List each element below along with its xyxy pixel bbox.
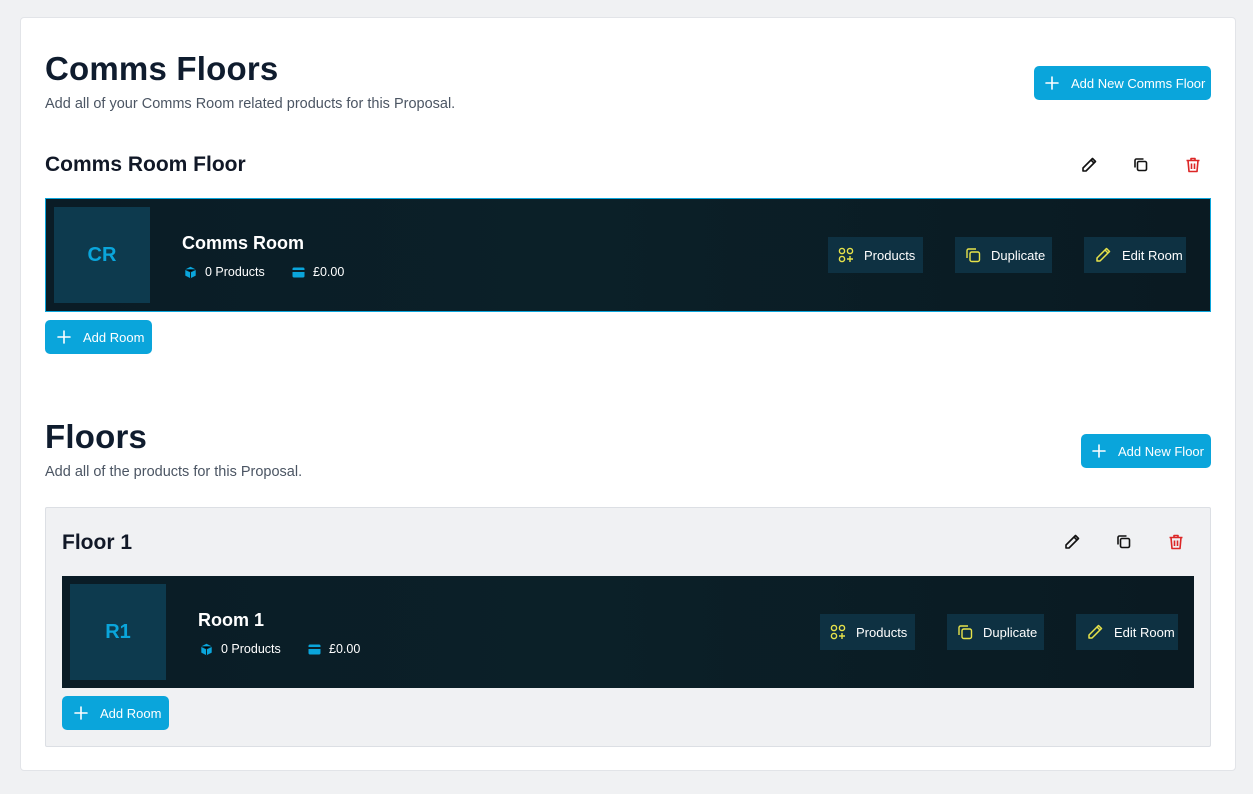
room-name: Room 1	[198, 610, 265, 630]
add-room-button[interactable]: Add Room	[45, 320, 152, 354]
edit-floor-button[interactable]	[1077, 153, 1101, 177]
floor-section: Floor 1 R1 Room 1 0 Products £0.00 Produ…	[45, 507, 1211, 747]
add-new-floor-button[interactable]: Add New Floor	[1081, 434, 1211, 468]
add-room-label: Add Room	[83, 329, 145, 345]
room-products-button-label: Products	[856, 624, 908, 640]
credit-card-icon	[292, 267, 305, 277]
floors-subtitle: Add all of the products for this Proposa…	[45, 464, 303, 480]
cube-icon	[201, 643, 212, 655]
pencil-icon	[1082, 157, 1097, 172]
pencil-icon	[1088, 624, 1103, 639]
room-duplicate-button-label: Duplicate	[991, 247, 1046, 263]
add-new-comms-floor-label: Add New Comms Floor	[1071, 75, 1206, 91]
copy-icon	[966, 248, 981, 263]
room-products-button-label: Products	[864, 247, 916, 263]
room-products-label: 0 Products	[205, 265, 265, 279]
cube-icon	[185, 266, 196, 278]
room-products-count: 0 Products	[200, 642, 281, 656]
room-duplicate-button-label: Duplicate	[983, 624, 1038, 640]
proposal-card: Comms Floors Add all of your Comms Room …	[20, 17, 1236, 771]
room-price: £0.00	[292, 265, 344, 279]
room-price-label: £0.00	[313, 265, 345, 279]
room-products-button[interactable]: Products	[820, 614, 915, 650]
plus-icon	[1045, 76, 1059, 90]
room-duplicate-button[interactable]: Duplicate	[947, 614, 1044, 650]
delete-floor-button[interactable]	[1181, 153, 1205, 177]
add-room-button[interactable]: Add Room	[62, 696, 169, 730]
room-name: Comms Room	[182, 233, 305, 253]
comms-floors-title: Comms Floors	[45, 50, 279, 87]
grid-plus-icon	[838, 247, 854, 263]
room-products-count: 0 Products	[184, 265, 265, 279]
room-edit-button-label: Edit Room	[1114, 624, 1175, 640]
copy-icon	[958, 625, 973, 640]
room-edit-button-label: Edit Room	[1122, 247, 1183, 263]
plus-icon	[74, 706, 88, 720]
comms-floor-name: Comms Room Floor	[45, 153, 246, 176]
room-duplicate-button[interactable]: Duplicate	[955, 237, 1052, 273]
add-new-floor-label: Add New Floor	[1118, 443, 1204, 459]
room-products-label: 0 Products	[221, 642, 281, 656]
duplicate-floor-button[interactable]	[1129, 153, 1153, 177]
add-room-label: Add Room	[100, 705, 162, 721]
room-price-label: £0.00	[329, 642, 361, 656]
copy-icon	[1117, 535, 1131, 549]
room-products-button[interactable]: Products	[828, 237, 923, 273]
pencil-icon	[1065, 534, 1080, 549]
edit-floor-button[interactable]	[1060, 530, 1084, 554]
room-card: R1 Room 1 0 Products £0.00 Products Dupl…	[62, 576, 1194, 688]
copy-icon	[1134, 158, 1148, 172]
floors-title: Floors	[45, 418, 148, 455]
room-avatar: CR	[54, 207, 150, 303]
plus-icon	[1092, 444, 1106, 458]
room-edit-button[interactable]: Edit Room	[1076, 614, 1178, 650]
trash-icon	[1186, 157, 1200, 173]
plus-icon	[57, 330, 71, 344]
comms-floors-subtitle: Add all of your Comms Room related produ…	[45, 96, 456, 112]
room-edit-button[interactable]: Edit Room	[1084, 237, 1186, 273]
room-avatar: R1	[70, 584, 166, 680]
room-card: CR Comms Room 0 Products £0.00 Products …	[45, 198, 1211, 312]
grid-plus-icon	[830, 624, 846, 640]
trash-icon	[1169, 534, 1183, 550]
duplicate-floor-button[interactable]	[1112, 530, 1136, 554]
room-price: £0.00	[308, 642, 360, 656]
delete-floor-button[interactable]	[1164, 530, 1188, 554]
floor-name: Floor 1	[62, 531, 133, 554]
pencil-icon	[1096, 247, 1111, 262]
credit-card-icon	[308, 644, 321, 654]
add-new-comms-floor-button[interactable]: Add New Comms Floor	[1034, 66, 1211, 100]
